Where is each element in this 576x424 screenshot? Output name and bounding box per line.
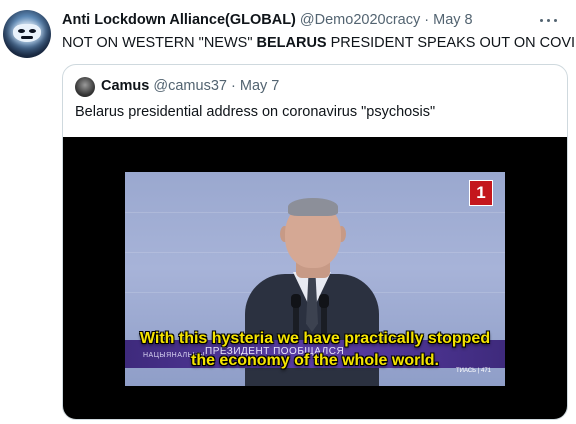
quoted-author-handle[interactable]: @camus37 <box>153 78 227 94</box>
quoted-author-avatar[interactable] <box>75 77 95 97</box>
tweet-text: NOT ON WESTERN "NEWS" BELARUS PRESIDENT … <box>62 35 576 51</box>
tweet-text-part1: NOT ON WESTERN "NEWS" <box>62 35 257 51</box>
header-separator: · <box>424 12 430 28</box>
subtitle-line-2: the economy of the whole world. <box>190 352 439 369</box>
quoted-tweet-text: Belarus presidential address on coronavi… <box>75 104 436 120</box>
video-player[interactable]: 1 НАЦЫЯНАЛЬНЫ ПРЕЗИДЕНТ ПООБЩАЛСЯ ТИАСЬ … <box>63 137 567 419</box>
more-horizontal-icon[interactable] <box>540 18 558 24</box>
channel-logo: 1 <box>469 180 493 206</box>
quoted-tweet-header: Camus @camus37 · May 7 <box>101 78 279 94</box>
quoted-header-separator: · <box>230 78 236 94</box>
tweet-date[interactable]: May 8 <box>433 12 473 28</box>
quoted-tweet-card[interactable]: Camus @camus37 · May 7 Belarus president… <box>62 64 568 420</box>
microphone-right <box>319 294 329 308</box>
author-handle[interactable]: @Demo2020cracy <box>300 12 420 28</box>
microphone-left <box>291 294 301 308</box>
avatar-eye-left <box>18 29 25 33</box>
tweet-text-part2: PRESIDENT SPEAKS OUT ON COVID <box>326 35 576 51</box>
tweet-text-bold: BELARUS <box>256 35 327 51</box>
avatar-eye-right <box>29 29 36 33</box>
avatar-mouth <box>21 36 33 39</box>
author-name[interactable]: Anti Lockdown Alliance(GLOBAL) <box>62 12 296 28</box>
video-frame: 1 НАЦЫЯНАЛЬНЫ ПРЕЗИДЕНТ ПООБЩАЛСЯ ТИАСЬ … <box>125 172 505 386</box>
author-avatar[interactable] <box>3 10 51 58</box>
avatar-mask-graphic <box>13 24 41 42</box>
speaker-hair <box>288 198 338 216</box>
subtitle-line-1: With this hysteria we have practically s… <box>139 330 491 347</box>
quoted-tweet-date[interactable]: May 7 <box>240 78 280 94</box>
tweet-header: Anti Lockdown Alliance(GLOBAL) @Demo2020… <box>62 12 564 32</box>
quoted-author-name[interactable]: Camus <box>101 78 149 94</box>
